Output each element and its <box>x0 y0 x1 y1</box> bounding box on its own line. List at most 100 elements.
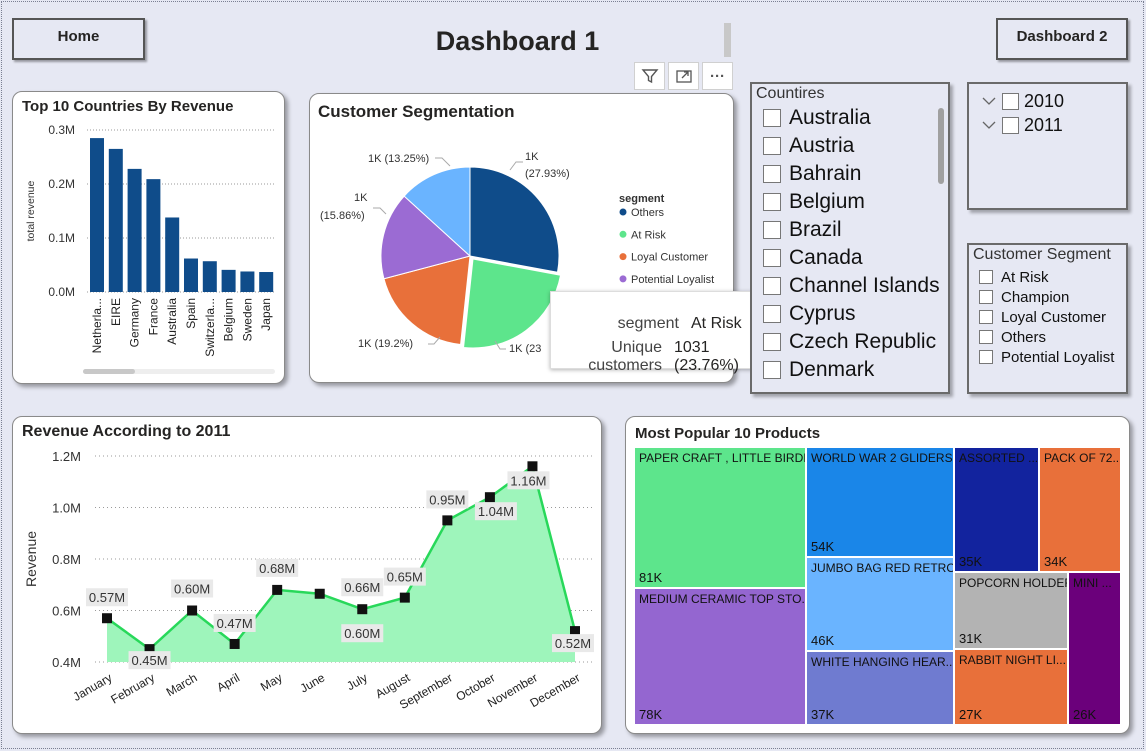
bar <box>221 269 236 292</box>
tile-value: 81K <box>639 570 663 585</box>
country-option[interactable]: Brazil <box>752 216 948 244</box>
treemap-tile[interactable]: WHITE HANGING HEAR... 37K <box>806 651 954 725</box>
x-tick-label: Germany <box>128 298 142 347</box>
y-tick-label: 0.3M <box>48 123 75 137</box>
countries-revenue-card: Top 10 Countries By Revenue 0.0M 0.1M 0.2M… <box>12 91 285 384</box>
filter-icon[interactable] <box>634 62 665 90</box>
pie-slice <box>469 166 560 273</box>
y-axis-label: Revenue <box>23 531 39 587</box>
checkbox[interactable] <box>763 165 781 183</box>
legend-label: Others <box>631 207 665 219</box>
treemap-tile[interactable]: MEDIUM CERAMIC TOP STO... 78K <box>634 588 806 725</box>
segment-option[interactable]: At Risk <box>969 267 1126 287</box>
treemap-tile[interactable]: JUMBO BAG RED RETRO... 46K <box>806 557 954 651</box>
data-label: 1.16M <box>510 473 546 488</box>
checkbox[interactable] <box>979 290 993 304</box>
scrollbar-thumb[interactable] <box>83 369 135 374</box>
x-tick-label: Switzerla... <box>203 298 217 357</box>
data-label: 0.47M <box>217 616 253 631</box>
option-label: Potential Loyalist <box>1001 348 1115 366</box>
country-option[interactable]: Austria <box>752 132 948 160</box>
segment-option[interactable]: Potential Loyalist <box>969 347 1126 367</box>
checkbox[interactable] <box>979 310 993 324</box>
slicer-title: Countires <box>756 85 825 102</box>
bar <box>90 138 104 292</box>
horizontal-scrollbar[interactable] <box>83 369 275 374</box>
tile-value: 37K <box>811 707 835 722</box>
segment-option[interactable]: Others <box>969 327 1126 347</box>
bar <box>184 258 198 292</box>
data-label: 0.65M <box>387 570 423 585</box>
checkbox[interactable] <box>1002 116 1019 134</box>
bar <box>259 272 274 292</box>
data-label: 0.60M <box>344 626 380 641</box>
data-label: 0.45M <box>131 653 167 668</box>
slice-data-label: 1K (13.25%) <box>368 153 429 165</box>
year-list: 2010 2011 <box>969 84 1126 137</box>
x-tick-label: Netherla... <box>90 298 104 353</box>
checkbox[interactable] <box>979 330 993 344</box>
slice-data-label: 1K <box>525 151 539 163</box>
data-label: 0.57M <box>89 590 125 605</box>
x-tick-label: Sweden <box>240 298 254 341</box>
treemap-tile[interactable]: RABBIT NIGHT LI... 27K <box>954 649 1068 725</box>
segment-option[interactable]: Loyal Customer <box>969 307 1126 327</box>
checkbox[interactable] <box>763 221 781 239</box>
bar <box>202 261 217 292</box>
checkbox[interactable] <box>979 270 993 284</box>
segment-option[interactable]: Champion <box>969 287 1126 307</box>
leader-line <box>373 207 387 215</box>
checkbox[interactable] <box>763 249 781 267</box>
dashboard2-button[interactable]: Dashboard 2 <box>996 18 1128 60</box>
checkbox[interactable] <box>763 137 781 155</box>
chevron-down-icon[interactable] <box>981 119 997 131</box>
checkbox[interactable] <box>763 193 781 211</box>
chevron-down-icon[interactable] <box>981 95 997 107</box>
more-options-button[interactable]: ··· <box>702 62 733 90</box>
year-slicer: 2010 2011 <box>967 82 1128 210</box>
data-point <box>229 638 240 649</box>
option-label: Bahrain <box>789 162 862 185</box>
tile-label: PAPER CRAFT , LITTLE BIRDIE <box>639 451 806 465</box>
treemap-tile[interactable]: POPCORN HOLDER 31K <box>954 572 1068 649</box>
treemap-tile[interactable]: PACK OF 72... 34K <box>1039 447 1121 572</box>
x-tick-label: May <box>258 670 285 693</box>
data-label: 0.60M <box>174 582 210 597</box>
vertical-scrollbar[interactable] <box>938 108 944 184</box>
treemap-tile[interactable]: WORLD WAR 2 GLIDERS... 54K <box>806 447 954 557</box>
option-label: Champion <box>1001 288 1070 306</box>
home-button[interactable]: Home <box>12 18 145 60</box>
country-option[interactable]: Australia <box>752 104 948 132</box>
country-option[interactable]: Belgium <box>752 188 948 216</box>
products-card: Most Popular 10 Products PAPER CRAFT , L… <box>625 416 1130 734</box>
country-option[interactable]: Bahrain <box>752 160 948 188</box>
treemap-tile[interactable]: MINI ... 26K <box>1068 572 1121 725</box>
focus-mode-icon[interactable] <box>668 62 699 90</box>
x-tick-label: January <box>71 670 115 703</box>
checkbox[interactable] <box>1002 92 1019 110</box>
country-option[interactable]: Cyprus <box>752 300 948 328</box>
country-option[interactable]: Czech Republic <box>752 328 948 356</box>
x-tick-label: Australia <box>165 298 179 345</box>
y-tick-label: 0.1M <box>48 231 75 245</box>
treemap-tile[interactable]: PAPER CRAFT , LITTLE BIRDIE 81K <box>634 447 806 588</box>
option-label: Brazil <box>789 218 842 241</box>
data-point <box>399 592 410 603</box>
option-label: Others <box>1001 328 1047 346</box>
legend-label: Loyal Customer <box>631 252 708 264</box>
checkbox[interactable] <box>763 109 781 127</box>
year-option[interactable]: 2010 <box>969 89 1126 113</box>
checkbox[interactable] <box>979 350 993 364</box>
country-option[interactable]: Canada <box>752 244 948 272</box>
option-label: Austria <box>789 134 855 157</box>
treemap-tile[interactable]: ASSORTED ... 35K <box>954 447 1039 572</box>
pie-slice <box>463 258 562 349</box>
country-option[interactable]: Denmark <box>752 356 948 384</box>
country-option[interactable]: Channel Islands <box>752 272 948 300</box>
x-tick-label: April <box>214 670 242 694</box>
country-list: Australia Austria Bahrain Belgium Brazil Cana… <box>752 103 948 384</box>
year-option[interactable]: 2011 <box>969 113 1126 137</box>
y-tick-label: 0.6M <box>52 604 81 619</box>
data-point <box>102 613 112 624</box>
option-label: Denmark <box>789 358 875 381</box>
